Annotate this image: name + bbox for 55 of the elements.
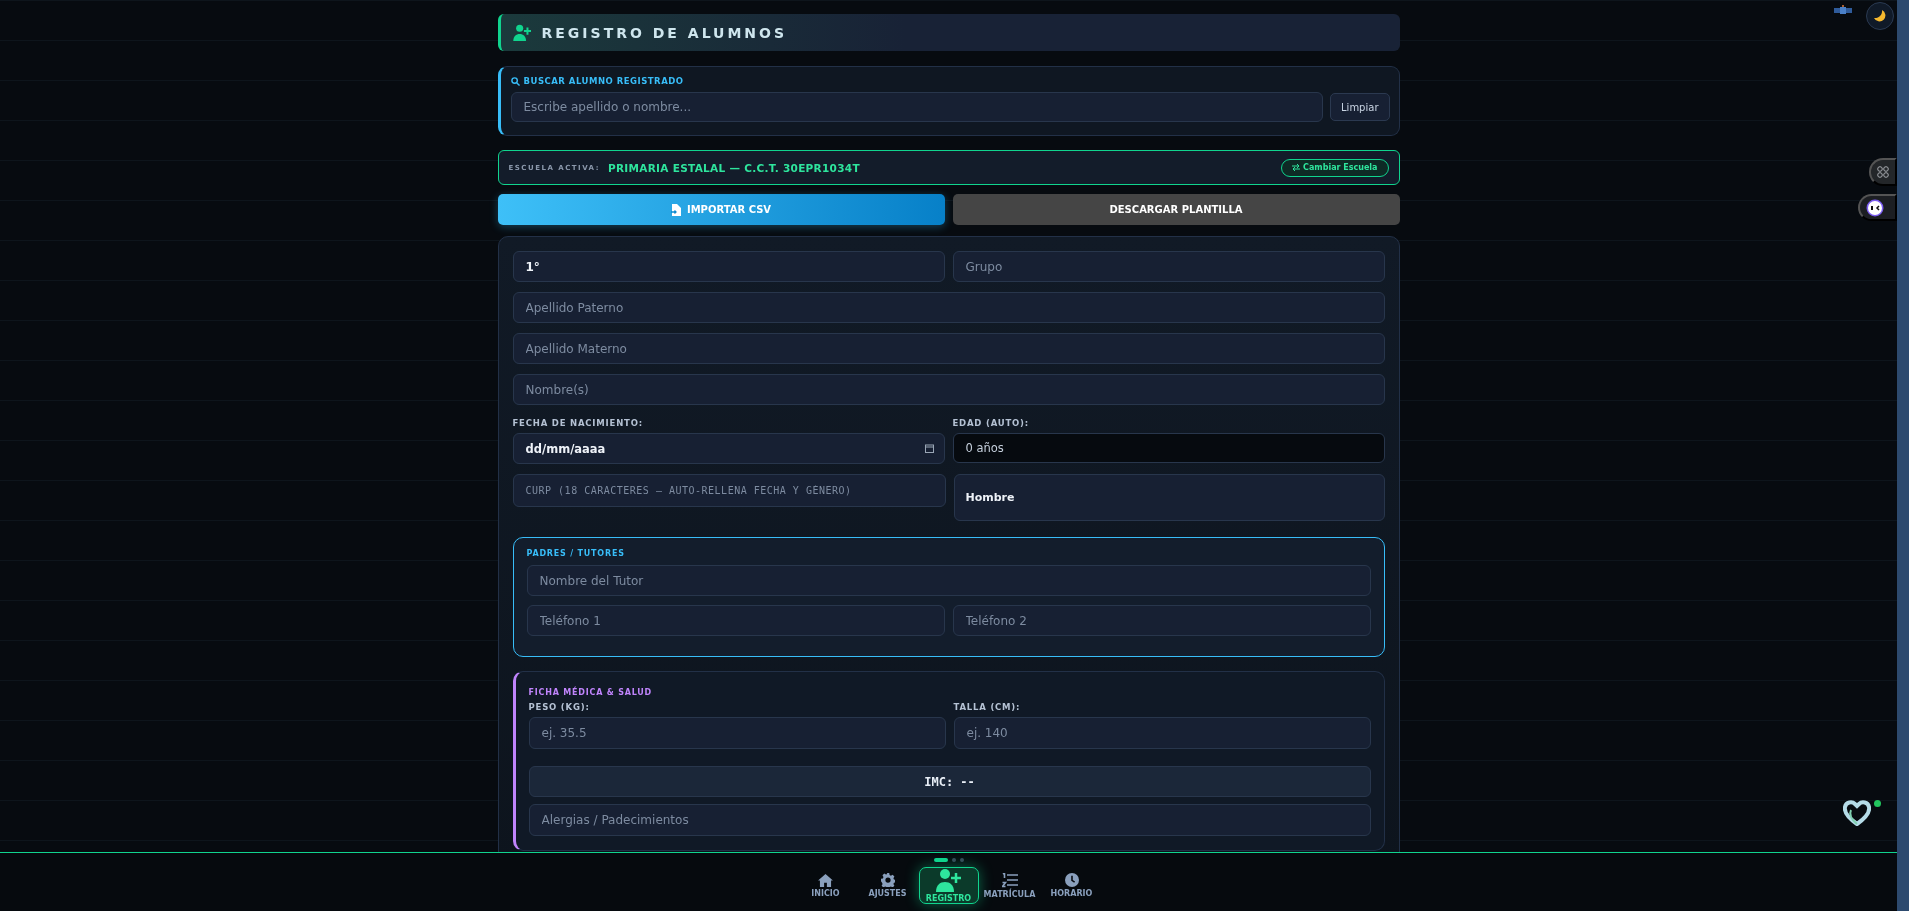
nav-tab[interactable]: MATRÍCULA — [978, 867, 1041, 904]
age-label: EDAD (AUTO): — [952, 418, 1029, 428]
weight-field[interactable]: ej. 35.5 — [528, 717, 946, 749]
tutor-name-field[interactable]: Nombre del Tutor — [526, 565, 1371, 596]
heart-logo-icon[interactable] — [1843, 800, 1871, 826]
swap-icon — [1292, 164, 1301, 171]
clear-button[interactable]: Limpiar — [1330, 93, 1390, 121]
paternal-surname-field[interactable]: Apellido Paterno — [512, 292, 1385, 323]
theme-toggle-button[interactable] — [1866, 2, 1894, 30]
page-indicator-dot[interactable] — [959, 858, 964, 862]
gear-icon — [880, 873, 895, 887]
user-plus-icon — [935, 868, 962, 892]
page-title: REGISTRO DE ALUMNOS — [541, 24, 788, 41]
curp-field[interactable]: CURP (18 CARACTERES — AUTO-RELLENA FECHA Y GÉNERO) — [512, 474, 946, 507]
tutors-title: PADRES / TUTORES — [526, 549, 626, 558]
birth-date-label: FECHA DE NACIMIENTO: — [512, 418, 643, 428]
maternal-surname-field[interactable]: Apellido Materno — [512, 333, 1385, 364]
search-label: BUSCAR ALUMNO REGISTRADO — [523, 76, 684, 86]
home-icon — [818, 873, 833, 887]
file-import-icon — [670, 203, 681, 216]
change-school-button[interactable]: Cambiar Escuela — [1281, 158, 1389, 177]
robot-face-icon — [1866, 198, 1884, 217]
scrollbar[interactable] — [1897, 0, 1909, 911]
clock-icon — [1064, 873, 1079, 887]
search-icon — [510, 76, 520, 86]
user-plus-icon — [512, 24, 532, 41]
allergies-field[interactable]: Alergias / Padecimientos — [528, 804, 1371, 836]
moon-icon — [1873, 9, 1887, 23]
phone-field[interactable]: Teléfono 2 — [952, 605, 1371, 636]
calendar-icon — [924, 444, 934, 453]
nav-tab[interactable]: INICIO — [794, 867, 857, 904]
assistant-button[interactable] — [1858, 194, 1897, 221]
first-name-field[interactable]: Nombre(s) — [512, 374, 1385, 405]
nav-tab[interactable]: REGISTRO — [918, 867, 979, 904]
download-template-button[interactable]: DESCARGAR PLANTILLA — [952, 194, 1400, 225]
active-school-name: PRIMARIA ESTALAL — C.C.T. 30EPR1034T — [607, 161, 860, 174]
grid-icon — [1877, 166, 1889, 178]
grade-field[interactable]: 1° — [512, 251, 945, 282]
satellite-icon — [1834, 5, 1852, 15]
phone-field[interactable]: Teléfono 1 — [526, 605, 945, 636]
birth-date-field[interactable]: dd/mm/aaaa — [512, 433, 945, 464]
weight-label: PESO (KG): — [528, 702, 590, 712]
height-label: TALLA (CM): — [953, 702, 1021, 712]
numbered-list-icon — [1001, 872, 1018, 888]
height-field[interactable]: ej. 140 — [953, 717, 1371, 749]
nav-tab[interactable]: HORARIO — [1040, 867, 1103, 904]
page-indicator-dot[interactable] — [951, 858, 956, 862]
age-field[interactable]: 0 años — [952, 433, 1385, 463]
nav-tab[interactable]: AJUSTES — [856, 867, 919, 904]
group-field[interactable]: Grupo — [952, 251, 1385, 282]
bmi-text: IMC: -- — [924, 774, 975, 789]
apps-button[interactable] — [1869, 158, 1897, 186]
medical-title: FICHA MÉDICA & SALUD — [528, 688, 653, 697]
sex-select[interactable]: Hombre — [953, 474, 1385, 521]
search-field[interactable]: Escribe apellido o nombre... — [510, 92, 1324, 122]
